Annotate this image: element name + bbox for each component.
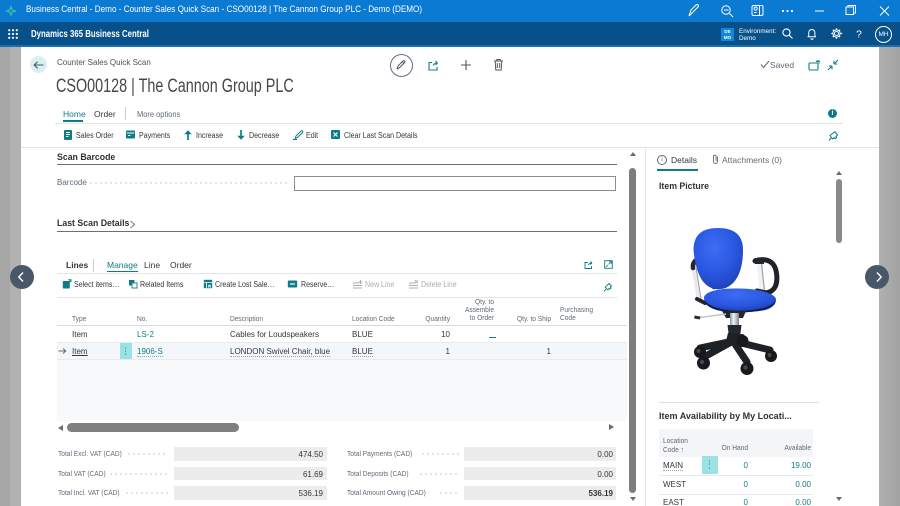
- svg-text:?: ?: [856, 29, 862, 41]
